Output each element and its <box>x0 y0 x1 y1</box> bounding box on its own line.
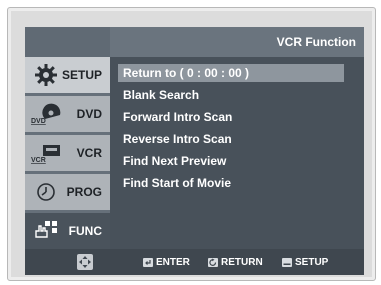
svg-text:VCR: VCR <box>31 157 46 164</box>
sidebar-item-func[interactable]: FUNC <box>25 213 110 249</box>
enter-icon <box>143 257 153 267</box>
menu-item-find-next-preview[interactable]: Find Next Preview <box>118 152 344 170</box>
sidebar-item-label: VCR <box>76 146 102 160</box>
sidebar-item-label: FUNC <box>68 224 102 238</box>
sidebar-item-setup[interactable]: SETUP <box>25 57 110 93</box>
sidebar-item-prog[interactable]: PROG <box>25 174 110 210</box>
menu-item-find-start-of-movie[interactable]: Find Start of Movie <box>118 174 344 192</box>
clock-icon <box>31 180 61 204</box>
hint-setup: SETUP <box>282 249 328 275</box>
footer-hint-bar: ENTER RETURN SETUP <box>25 249 364 275</box>
hint-setup-label: SETUP <box>295 256 329 268</box>
hint-return: RETURN <box>208 249 263 275</box>
gear-icon <box>31 63 61 87</box>
sidebar-header <box>25 27 110 57</box>
sidebar-item-label: SETUP <box>61 68 102 82</box>
osd-screen: SETUP DVD DVD VCR VCR PROG FUNC VCR Func… <box>25 27 364 249</box>
vcr-tape-icon: VCR <box>31 141 61 165</box>
return-icon <box>208 257 218 267</box>
hint-enter-label: ENTER <box>156 256 190 268</box>
dvd-disc-icon: DVD <box>31 102 61 126</box>
sidebar-item-label: DVD <box>76 107 102 121</box>
hint-return-label: RETURN <box>221 256 263 268</box>
dpad-arrows-icon <box>77 254 93 270</box>
hint-enter: ENTER <box>143 249 190 275</box>
menu-item-blank-search[interactable]: Blank Search <box>118 86 344 104</box>
hand-grid-icon <box>31 219 61 243</box>
sidebar-item-label: PROG <box>66 185 102 199</box>
svg-text:DVD: DVD <box>31 118 46 125</box>
menu-item-return-to[interactable]: Return to ( 0 : 00 : 00 ) <box>118 64 344 82</box>
page-title: VCR Function <box>110 27 364 57</box>
sidebar-item-vcr[interactable]: VCR VCR <box>25 135 110 171</box>
sidebar: SETUP DVD DVD VCR VCR PROG FUNC <box>25 27 110 249</box>
sidebar-item-dvd[interactable]: DVD DVD <box>25 96 110 132</box>
function-menu: Return to ( 0 : 00 : 00 ) Blank Search F… <box>110 57 364 217</box>
menu-item-forward-intro-scan[interactable]: Forward Intro Scan <box>118 108 344 126</box>
menu-item-reverse-intro-scan[interactable]: Reverse Intro Scan <box>118 130 344 148</box>
setup-icon <box>282 257 292 267</box>
